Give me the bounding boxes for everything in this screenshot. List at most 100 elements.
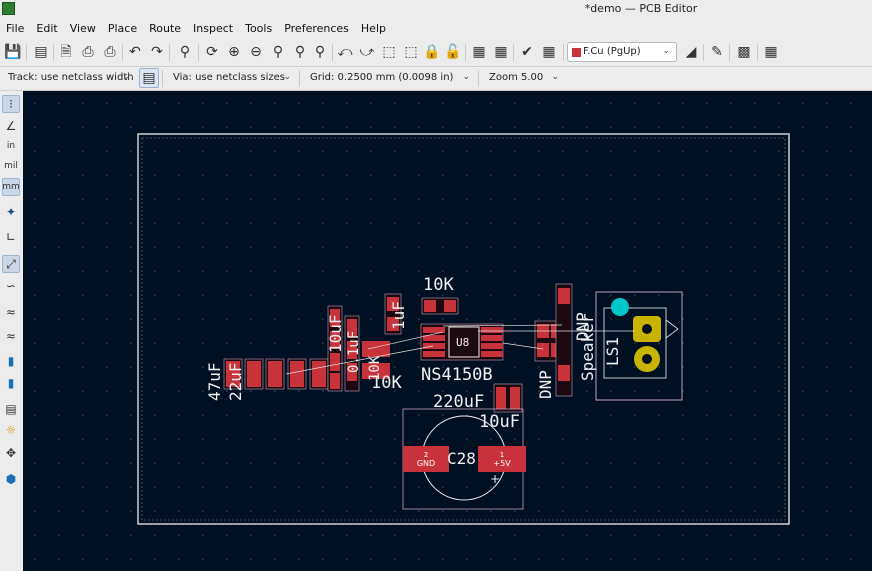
page-settings-icon[interactable]: 🗎 (57, 43, 75, 61)
polar-coords-icon[interactable]: ∠ (2, 117, 20, 135)
zoom-objects-icon[interactable]: ⚲ (291, 43, 309, 61)
smd-pad[interactable] (558, 365, 570, 381)
track-width-select[interactable]: Track: use netclass width ⌄ (2, 69, 134, 88)
menu-tools[interactable]: Tools (239, 19, 278, 38)
cursor-icon[interactable]: ✦ (2, 203, 20, 221)
rotate-ccw-icon[interactable]: ⤺ (336, 43, 354, 61)
smd-pad[interactable] (444, 300, 456, 312)
layer-pair-icon[interactable]: ◢ (682, 43, 700, 61)
via[interactable] (611, 298, 629, 316)
layer-select[interactable]: F.Cu (PgUp) ⌄ (567, 42, 677, 62)
print-icon[interactable]: ⎙ (79, 43, 97, 61)
ref-220uf: 220uF (433, 392, 484, 412)
toolbar-separator (478, 70, 479, 87)
pcb-canvas[interactable]: 10K 1uF U8 DNP DNP Speaker LS1 NS4150B 1… (23, 91, 872, 571)
zoom-select[interactable]: Zoom 5.00 ⌄ (483, 69, 563, 88)
rotate-cw-icon[interactable]: ⤻ (358, 43, 376, 61)
inches-label: in (6, 141, 16, 151)
toolbar-separator (26, 44, 27, 61)
ic-pad[interactable] (423, 343, 445, 349)
menu-preferences[interactable]: Preferences (278, 19, 355, 38)
group-icon[interactable]: ⬚ (380, 43, 398, 61)
ref-u8: U8 (456, 336, 469, 349)
smd-pad[interactable] (247, 361, 261, 387)
refresh-icon[interactable]: ⟳ (203, 43, 221, 61)
scripting-console-icon[interactable]: ▩ (735, 43, 753, 61)
inches-icon[interactable]: in (2, 137, 20, 155)
ic-pad[interactable] (423, 351, 445, 357)
smd-pad[interactable] (537, 343, 549, 357)
unlock-icon[interactable]: 🔓 (444, 43, 462, 61)
menu-place[interactable]: Place (102, 19, 143, 38)
zoom-area-icon[interactable]: ⚲ (311, 43, 329, 61)
menu-help[interactable]: Help (355, 19, 392, 38)
layer-icon[interactable]: ▮ (2, 374, 20, 392)
chevron-down-icon: ⌄ (283, 72, 291, 82)
ref-dnp-lower: DNP (536, 370, 555, 399)
drc-icon[interactable]: ✔ (518, 43, 536, 61)
find-icon[interactable]: ⚲ (176, 43, 194, 61)
smd-pad[interactable] (496, 387, 506, 409)
ratsnest-icon[interactable]: ⤢ (2, 255, 20, 273)
menu-edit[interactable]: Edit (30, 19, 63, 38)
smd-pad[interactable] (330, 353, 340, 371)
zone-fill-icon[interactable]: ≈ (2, 327, 20, 345)
toolbar-separator (563, 44, 564, 61)
footprint-editor-icon[interactable]: ▦ (762, 43, 780, 61)
lock-icon[interactable]: 🔒 (423, 43, 441, 61)
ic-pad[interactable] (481, 327, 503, 333)
smd-pad[interactable] (424, 300, 436, 312)
ic-pad[interactable] (481, 335, 503, 341)
title-bar: *demo — PCB Editor (0, 0, 872, 18)
toolbar-separator (332, 44, 333, 61)
selection-icon[interactable]: ✥ (2, 444, 20, 462)
via-icon[interactable]: ▮ (2, 352, 20, 370)
main-toolbar: 💾 ▤ 🗎 ⎙ ⎙ ↶ ↷ ⚲ ⟳ ⊕ ⊖ ⚲ ⚲ ⚲ ⤺ ⤻ ⬚ ⬚ 🔒 🔓 … (0, 39, 872, 67)
menu-view[interactable]: View (64, 19, 102, 38)
cross-probe-icon[interactable]: ▤ (2, 400, 20, 418)
pcb-board-view[interactable]: 10K 1uF U8 DNP DNP Speaker LS1 NS4150B 1… (23, 91, 872, 571)
grid-value: Grid: 0.2500 mm (0.0098 in) (310, 72, 454, 83)
millimeters-icon[interactable]: mm (2, 178, 20, 196)
menu-route[interactable]: Route (143, 19, 187, 38)
board-stats-icon[interactable]: ▦ (540, 43, 558, 61)
smd-pad[interactable] (312, 361, 326, 387)
push-router-icon[interactable]: ✎ (708, 43, 726, 61)
zoom-fit-icon[interactable]: ⚲ (269, 43, 287, 61)
board-setup-icon[interactable]: ▤ (32, 43, 50, 61)
menu-inspect[interactable]: Inspect (187, 19, 239, 38)
zoom-out-icon[interactable]: ⊖ (247, 43, 265, 61)
track-outline-icon[interactable]: ≈ (2, 303, 20, 321)
auto-width-icon[interactable]: ▤ (139, 68, 159, 88)
via-size-select[interactable]: Via: use netclass sizes ⌄ (167, 69, 295, 88)
ref-0-1uf: 0.1uF (346, 331, 362, 373)
track-icon[interactable]: ∟ (2, 228, 20, 246)
ref-ns4150b: NS4150B (421, 365, 493, 385)
left-toolbar: ⁝ ∠ in mil mm ✦ ∟ ⤢ ∽ ≈ ≈ ▮ ▮ ▤ ☼ ✥ ⬢ (0, 91, 23, 571)
library-icon[interactable]: ▦ (492, 43, 510, 61)
ungroup-icon[interactable]: ⬚ (402, 43, 420, 61)
smd-pad[interactable] (510, 387, 520, 409)
undo-icon[interactable]: ↶ (126, 43, 144, 61)
ic-pad[interactable] (481, 351, 503, 357)
smd-pad[interactable] (558, 288, 570, 304)
netlist-icon[interactable]: ▦ (470, 43, 488, 61)
smd-pad[interactable] (330, 373, 340, 389)
ic-pad[interactable] (481, 343, 503, 349)
plot-icon[interactable]: ⎙ (101, 43, 119, 61)
menu-file[interactable]: File (0, 19, 30, 38)
pad-net-5v: +5V (493, 459, 511, 468)
smd-pad[interactable] (268, 361, 282, 387)
grid-select[interactable]: Grid: 0.2500 mm (0.0098 in) ⌄ (304, 69, 474, 88)
smd-pad[interactable] (362, 341, 390, 357)
high-contrast-icon[interactable]: ☼ (2, 421, 20, 439)
appearance-icon[interactable]: ⬢ (2, 470, 20, 488)
smd-pad[interactable] (290, 361, 304, 387)
save-icon[interactable]: 💾 (4, 43, 22, 61)
grid-icon[interactable]: ⁝ (2, 95, 20, 113)
mils-icon[interactable]: mil (2, 157, 20, 175)
zoom-in-icon[interactable]: ⊕ (225, 43, 243, 61)
redo-icon[interactable]: ↷ (148, 43, 166, 61)
pad-number-5v: 1 (500, 451, 504, 459)
curved-ratsnest-icon[interactable]: ∽ (2, 277, 20, 295)
